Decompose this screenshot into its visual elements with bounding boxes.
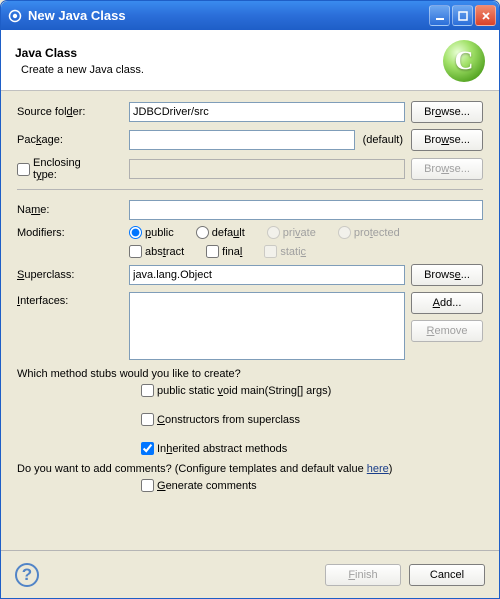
generate-comments-checkbox[interactable]: Generate comments [141, 479, 465, 492]
maximize-button[interactable] [452, 5, 473, 26]
modifier-default-radio[interactable]: default [196, 226, 245, 239]
app-icon [7, 8, 23, 24]
package-default-text: (default) [363, 134, 403, 146]
modifier-protected-radio: protected [338, 226, 400, 239]
finish-button: Finish [325, 564, 401, 586]
header-title: Java Class [15, 46, 443, 60]
modifier-static-checkbox: static [264, 245, 306, 258]
superclass-input[interactable] [129, 265, 405, 285]
modifiers-label: Modifiers: [17, 227, 123, 239]
browse-superclass-button[interactable]: Browse... [411, 264, 483, 286]
close-button[interactable] [475, 5, 496, 26]
browse-source-folder-button[interactable]: Browse... [411, 101, 483, 123]
minimize-button[interactable] [429, 5, 450, 26]
source-folder-label: Source folder: [17, 106, 123, 118]
separator-1 [17, 189, 483, 190]
source-folder-input[interactable] [129, 102, 405, 122]
superclass-label: Superclass: [17, 269, 123, 281]
add-interface-button[interactable]: Add... [411, 292, 483, 314]
configure-templates-link[interactable]: here [367, 463, 389, 475]
help-icon[interactable]: ? [15, 563, 39, 587]
interfaces-label: Interfaces: [17, 292, 123, 307]
cancel-button[interactable]: Cancel [409, 564, 485, 586]
modifier-public-radio[interactable]: public [129, 226, 174, 239]
main-method-checkbox[interactable]: public static void main(String[] args) [141, 384, 465, 397]
enclosing-type-label: Enclosing type: [17, 157, 123, 181]
name-label: Name: [17, 204, 123, 216]
browse-package-button[interactable]: Browse... [411, 129, 483, 151]
dialog-footer: ? Finish Cancel [1, 550, 499, 598]
package-input[interactable] [129, 130, 355, 150]
modifier-abstract-checkbox[interactable]: abstract [129, 245, 184, 258]
window-title: New Java Class [28, 8, 427, 23]
interfaces-listbox[interactable] [129, 292, 405, 360]
constructors-checkbox[interactable]: Constructors from superclass [141, 413, 465, 426]
package-label: Package: [17, 134, 123, 146]
method-stubs-question: Which method stubs would you like to cre… [17, 368, 483, 380]
title-bar: New Java Class [1, 1, 499, 30]
header-subtitle: Create a new Java class. [21, 64, 443, 76]
dialog-header: Java Class Create a new Java class. C [1, 30, 499, 91]
class-icon: C [443, 40, 485, 82]
inherited-methods-checkbox[interactable]: Inherited abstract methods [141, 442, 465, 455]
browse-enclosing-type-button: Browse... [411, 158, 483, 180]
comments-question: Do you want to add comments? (Configure … [17, 463, 483, 475]
enclosing-type-checkbox[interactable] [17, 163, 30, 176]
name-input[interactable] [129, 200, 483, 220]
modifier-final-checkbox[interactable]: final [206, 245, 242, 258]
enclosing-type-input [129, 159, 405, 179]
modifier-private-radio: private [267, 226, 316, 239]
remove-interface-button: Remove [411, 320, 483, 342]
